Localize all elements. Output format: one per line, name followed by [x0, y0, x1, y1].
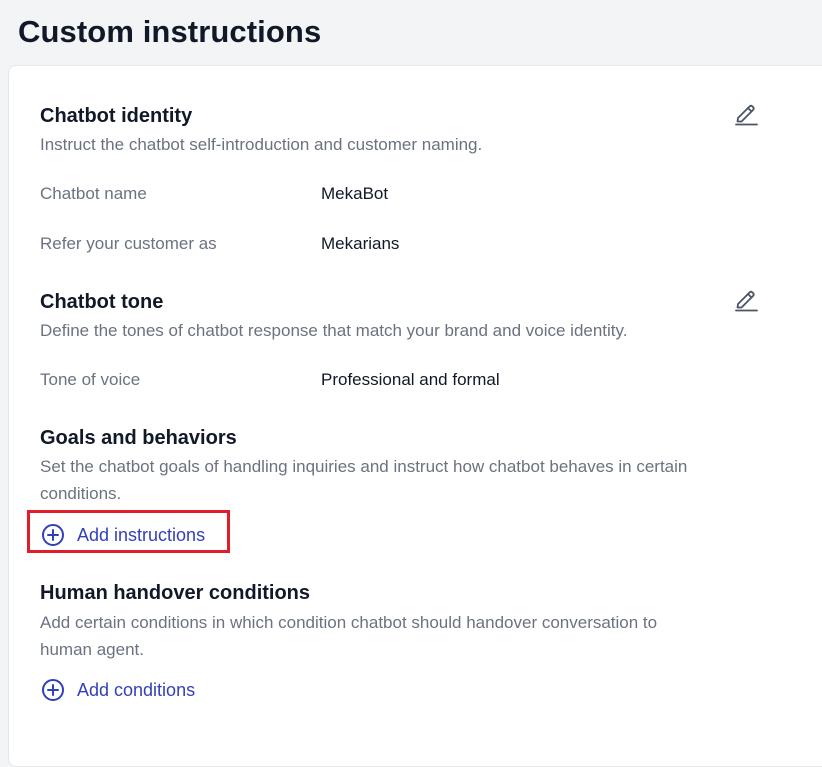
human-handover-title: Human handover conditions — [40, 582, 311, 604]
plus-circle-icon — [42, 679, 64, 701]
human-handover-description-line-2: human agent. — [40, 640, 144, 659]
pencil-icon — [735, 104, 758, 126]
chatbot-identity-description: Instruct the chatbot self-introduction a… — [40, 135, 483, 154]
chatbot-tone-title: Chatbot tone — [40, 291, 164, 313]
field-value-chatbot-name: MekaBot — [321, 184, 389, 203]
edit-identity-button[interactable] — [732, 99, 760, 127]
field-value-customer-naming: Mekarians — [321, 234, 400, 253]
goals-behaviors-description-line-1: Set the chatbot goals of handling inquir… — [40, 457, 688, 476]
goals-behaviors-description-line-2: conditions. — [40, 484, 122, 503]
pencil-icon — [735, 290, 758, 312]
highlight-box — [27, 510, 230, 553]
edit-tone-button[interactable] — [732, 285, 760, 313]
chatbot-identity-title: Chatbot identity — [40, 105, 193, 127]
goals-behaviors-title: Goals and behaviors — [40, 427, 237, 449]
field-label-tone-of-voice: Tone of voice — [40, 370, 141, 389]
field-value-tone-of-voice: Professional and formal — [321, 370, 500, 389]
add-conditions-button[interactable]: Add conditions — [41, 678, 195, 702]
field-label-customer-naming: Refer your customer as — [40, 234, 217, 253]
chatbot-tone-description: Define the tones of chatbot response tha… — [40, 321, 628, 340]
add-conditions-label: Add conditions — [77, 680, 196, 700]
page-title: Custom instructions — [18, 14, 322, 49]
human-handover-description-line-1: Add certain conditions in which conditio… — [40, 613, 658, 632]
field-label-chatbot-name: Chatbot name — [40, 184, 147, 203]
